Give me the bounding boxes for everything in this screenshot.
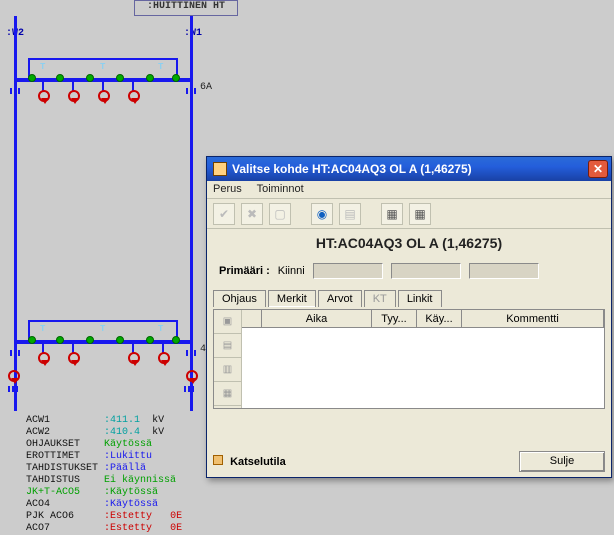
grid-col-kommentti[interactable]: Kommentti [462,310,604,327]
grid-col-gutter[interactable] [242,310,262,327]
status-label: Katselutila [213,455,286,468]
breaker-icon[interactable] [128,90,138,100]
lock-icon [213,455,223,465]
app-icon [213,162,227,176]
breaker-icon[interactable] [8,370,18,380]
titlebar[interactable]: Valitse kohde HT:AC04AQ3 OL A (1,46275) … [207,157,611,181]
menu-perus[interactable]: Perus [213,183,242,195]
station-title: :HUITTINEN HT [134,0,238,16]
close-button[interactable]: Sulje [519,451,605,472]
busbar-top-jumper [28,58,178,60]
bus-label-w1: :W1 [184,28,202,39]
tab-kt[interactable]: KT [364,290,396,307]
node [28,74,36,82]
globe-icon[interactable]: ◉ [311,203,333,225]
breaker-icon[interactable] [68,90,78,100]
node [56,336,64,344]
node [116,74,124,82]
note-icon[interactable]: ▢ [269,203,291,225]
row-label-6a: 6A [200,82,212,93]
node [146,74,154,82]
edit-row-icon[interactable]: ▤ [214,334,241,358]
breaker-icon[interactable] [186,370,196,380]
grid-col-tyy[interactable]: Tyy... [372,310,417,327]
grid[interactable]: Aika Tyy... Käy... Kommentti [242,310,604,408]
breaker-icon[interactable] [98,90,108,100]
close-icon[interactable]: ✕ [588,160,608,178]
object-title: HT:AC04AQ3 OL A (1,46275) [207,229,611,261]
grid-col-aika[interactable]: Aika [262,310,372,327]
node [86,74,94,82]
node [116,336,124,344]
tab-panel: ▣ ▤ ▥ ▦ Aika Tyy... Käy... Kommentti [213,309,605,409]
primary-row: Primääri : Kiinni [207,261,611,289]
busbar-bottom-jumper [28,320,178,322]
breaker-icon[interactable] [38,90,48,100]
breaker-icon[interactable] [128,352,138,362]
node [86,336,94,344]
breaker-icon[interactable] [38,352,48,362]
accept-icon[interactable]: ✔ [213,203,235,225]
node [172,74,180,82]
primary-field-2 [391,263,461,279]
window-title: Valitse kohde HT:AC04AQ3 OL A (1,46275) [232,162,472,176]
object-dialog: Valitse kohde HT:AC04AQ3 OL A (1,46275) … [206,156,612,478]
tabs: Ohjaus Merkit Arvot KT Linkit [207,289,611,309]
statusbar: Katselutila Sulje [213,449,605,473]
delete-row-icon[interactable]: ▥ [214,358,241,382]
primary-label: Primääri : [219,265,270,277]
tab-ohjaus[interactable]: Ohjaus [213,290,266,307]
node [28,336,36,344]
node [172,336,180,344]
more-row-icon[interactable]: ▦ [214,382,241,406]
menubar: Perus Toiminnot [207,181,611,199]
busbar-bottom [14,340,193,344]
primary-value: Kiinni [278,265,305,277]
breaker-icon[interactable] [68,352,78,362]
primary-field-3 [469,263,539,279]
tab-merkit[interactable]: Merkit [268,290,316,307]
grid-header: Aika Tyy... Käy... Kommentti [242,310,604,328]
tab-linkit[interactable]: Linkit [398,290,442,307]
page-icon[interactable]: ▤ [339,203,361,225]
menu-toiminnot[interactable]: Toiminnot [257,183,304,195]
node [56,74,64,82]
tab-arvot[interactable]: Arvot [318,290,362,307]
breaker-icon[interactable] [158,352,168,362]
primary-field-1 [313,263,383,279]
grid-sidebar: ▣ ▤ ▥ ▦ [214,310,242,408]
add-row-icon[interactable]: ▣ [214,310,241,334]
status-panel: ACW1 :411.1 kV ACW2 :410.4 kV OHJAUKSET … [26,415,182,535]
list-check-icon[interactable]: ▦ [409,203,431,225]
list-icon[interactable]: ▦ [381,203,403,225]
node [146,336,154,344]
toolbar: ✔ ✖ ▢ ◉ ▤ ▦ ▦ [207,199,611,229]
grid-col-kay[interactable]: Käy... [417,310,462,327]
cancel-icon[interactable]: ✖ [241,203,263,225]
